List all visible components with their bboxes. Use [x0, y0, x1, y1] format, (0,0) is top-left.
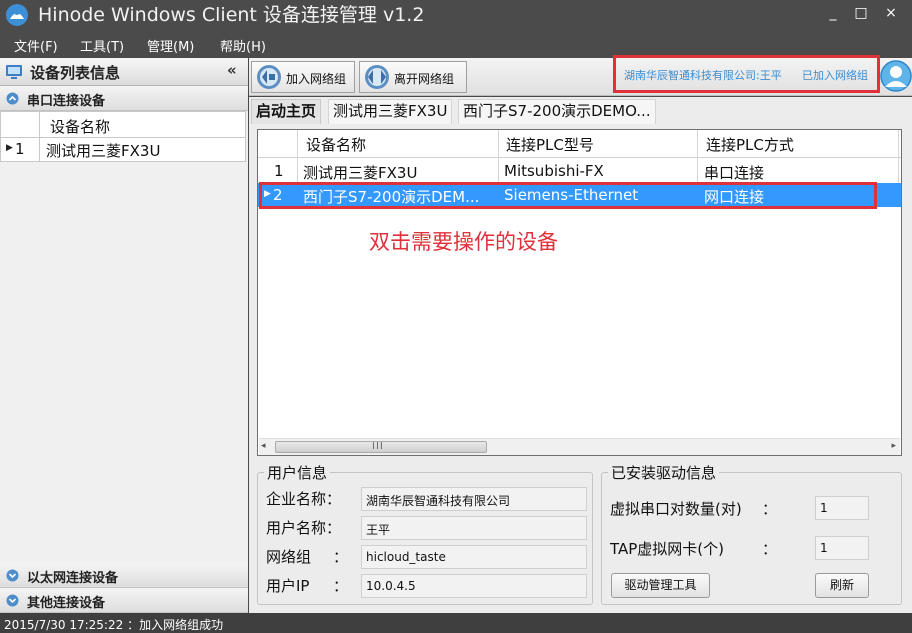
tap-adapter-label: TAP虚拟网卡(个) [610, 540, 725, 558]
chevron-down-icon [6, 569, 19, 582]
network-group-label: 网络组 [266, 548, 312, 566]
menu-manage[interactable]: 管理(M) [147, 36, 194, 55]
driver-manager-button[interactable]: 驱动管理工具 [611, 573, 710, 598]
serial-grid-header: 设备名称 [0, 111, 246, 138]
company-field[interactable]: 湖南华辰智通科技有限公司 [361, 487, 587, 511]
column-separator [39, 112, 40, 137]
chevron-up-icon [6, 92, 19, 105]
device-name-cell: 测试用三菱FX3U [46, 142, 161, 160]
serial-pairs-colon: ： [762, 500, 778, 518]
leave-network-icon [365, 65, 389, 89]
plc-method-cell: 串口连接 [704, 164, 765, 182]
device-grid-header: 设备名称 连接PLC型号 连接PLC方式 [258, 130, 901, 158]
user-ip-colon: ： [333, 577, 349, 595]
status-timestamp: 2015/7/30 17:25:22 [4, 618, 124, 632]
group-other-devices[interactable]: 其他连接设备 [0, 588, 248, 613]
tab-mitsubishi[interactable]: 测试用三菱FX3U [328, 99, 453, 124]
user-ip-field[interactable]: 10.0.4.5 [361, 574, 587, 598]
tab-siemens[interactable]: 西门子S7-200演示DEMO... [458, 99, 656, 124]
device-list-header: 设备列表信息 « [0, 58, 248, 86]
user-status-highlight: 湖南华辰智通科技有限公司:王平 已加入网络组 [613, 55, 880, 93]
network-joined-status[interactable]: 已加入网络组 [802, 67, 868, 83]
join-network-button[interactable]: 加入网络组 [251, 61, 355, 93]
device-name-cell: 测试用三菱FX3U [303, 164, 418, 182]
column-device-name[interactable]: 设备名称 [306, 134, 366, 155]
user-info-title: 用户信息 [267, 464, 328, 482]
scroll-right-icon[interactable]: ▸ [891, 441, 896, 451]
window-title: Hinode Windows Client 设备连接管理 v1.2 [38, 4, 425, 26]
status-bar: 2015/7/30 17:25:22 ：加入网络组成功 [0, 613, 912, 633]
group-serial-devices[interactable]: 串口连接设备 [0, 86, 248, 111]
group-other-label: 其他连接设备 [27, 596, 106, 611]
double-click-hint: 双击需要操作的设备 [369, 230, 558, 254]
group-ethernet-label: 以太网连接设备 [27, 571, 119, 586]
user-ip-label: 用户IP [266, 577, 310, 595]
user-company-link[interactable]: 湖南华辰智通科技有限公司:王平 [624, 67, 782, 83]
column-separator [39, 138, 40, 161]
group-serial-label: 串口连接设备 [27, 94, 106, 109]
scrollbar-thumb[interactable]: III [275, 441, 487, 453]
device-list-panel: 设备列表信息 « 串口连接设备 设备名称 ▶ 1 测试用三菱FX3U 以太网连接… [0, 58, 248, 617]
selected-row-highlight [259, 182, 877, 209]
chevron-down-icon [6, 594, 19, 607]
device-list-icon [6, 65, 22, 79]
serial-device-grid: 设备名称 ▶ 1 测试用三菱FX3U [0, 111, 248, 617]
leave-network-button[interactable]: 离开网络组 [359, 61, 467, 93]
device-grid: 设备名称 连接PLC型号 连接PLC方式 1 测试用三菱FX3U Mitsubi… [257, 129, 902, 456]
row-index: 1 [274, 162, 284, 180]
column-plc-method[interactable]: 连接PLC方式 [706, 134, 794, 155]
row-pointer-icon: ▶ [6, 143, 13, 153]
column-device-name: 设备名称 [50, 118, 111, 136]
username-field[interactable]: 王平 [361, 516, 587, 540]
scrollbar-grip: III [372, 441, 384, 452]
tap-adapter-colon: ： [762, 540, 778, 558]
maximize-button[interactable]: □ [852, 4, 870, 22]
device-row[interactable]: 1 测试用三菱FX3U Mitsubishi-FX 串口连接 [258, 159, 901, 183]
menu-file[interactable]: 文件(F) [14, 36, 58, 55]
driver-info-title: 已安装驱动信息 [611, 464, 717, 482]
tab-home[interactable]: 启动主页 [251, 99, 322, 124]
horizontal-scrollbar[interactable]: ◂ III ▸ [259, 438, 900, 455]
leave-network-label: 离开网络组 [394, 72, 455, 86]
row-index: 1 [15, 140, 25, 158]
group-ethernet-devices[interactable]: 以太网连接设备 [0, 563, 248, 588]
menu-help[interactable]: 帮助(H) [220, 36, 266, 55]
toolbar: 加入网络组 离开网络组 湖南华辰智通科技有限公司:王平 已加入网络组 [249, 55, 912, 96]
minimize-button[interactable]: _ [824, 4, 842, 22]
title-bar: Hinode Windows Client 设备连接管理 v1.2 _ □ × [0, 0, 912, 31]
home-content: 设备名称 连接PLC型号 连接PLC方式 1 测试用三菱FX3U Mitsubi… [249, 125, 912, 613]
menu-bar: 文件(F) 工具(T) 管理(M) 帮助(H) [0, 31, 912, 58]
user-avatar-icon[interactable] [880, 60, 912, 92]
tab-strip: 启动主页 测试用三菱FX3U 西门子S7-200演示DEMO... [249, 97, 912, 125]
status-message: 2015/7/30 17:25:22 ：加入网络组成功 [4, 616, 223, 633]
menu-tools[interactable]: 工具(T) [80, 36, 124, 55]
username-label: 用户名称： [266, 519, 342, 537]
serial-pairs-label: 虚拟串口对数量(对) [610, 500, 742, 518]
close-button[interactable]: × [882, 4, 900, 22]
join-network-icon [257, 65, 281, 89]
refresh-button[interactable]: 刷新 [815, 573, 869, 598]
device-list-title: 设备列表信息 [30, 64, 121, 82]
network-group-field[interactable]: hicloud_taste [361, 545, 587, 569]
plc-model-cell: Mitsubishi-FX [504, 162, 604, 180]
collapse-panel-button[interactable]: « [227, 61, 237, 79]
join-network-label: 加入网络组 [286, 72, 347, 86]
app-logo-icon [6, 4, 28, 26]
serial-pairs-field[interactable]: 1 [815, 496, 869, 520]
serial-device-row[interactable]: ▶ 1 测试用三菱FX3U [0, 138, 246, 162]
network-group-colon: ： [333, 548, 349, 566]
company-label: 企业名称： [266, 490, 342, 508]
status-text: ：加入网络组成功 [127, 618, 224, 632]
column-plc-model[interactable]: 连接PLC型号 [506, 134, 594, 155]
scroll-left-icon[interactable]: ◂ [261, 441, 266, 451]
tap-adapter-field[interactable]: 1 [815, 536, 869, 560]
